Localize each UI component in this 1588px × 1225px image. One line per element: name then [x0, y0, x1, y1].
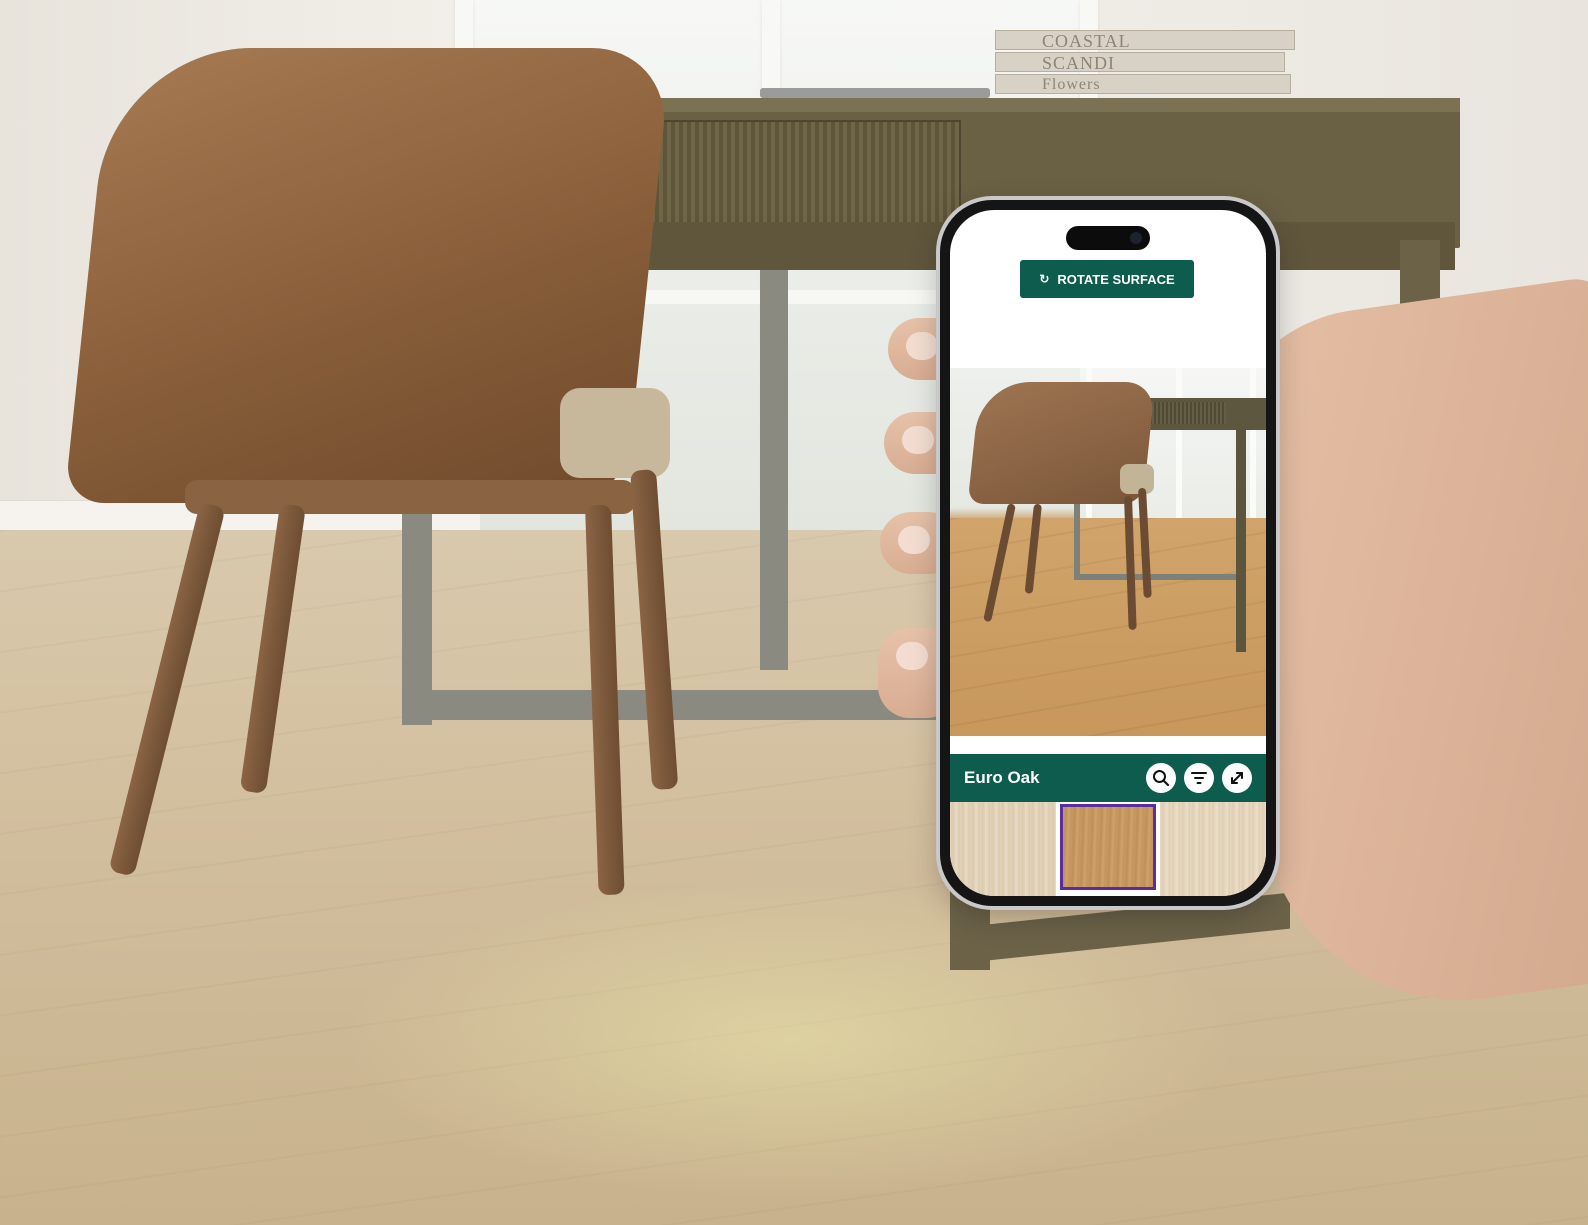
preview-desk-leg	[1236, 430, 1246, 652]
swatch-euro-oak-selected[interactable]	[1060, 804, 1156, 890]
fingernail	[896, 642, 928, 670]
swatch-pale-oak[interactable]	[1160, 802, 1266, 896]
phone: ↻ ROTATE SURFACE Euro Oak	[940, 200, 1276, 906]
product-toolbar: Euro Oak	[950, 754, 1266, 802]
filter-icon	[1191, 772, 1207, 784]
camera	[1130, 232, 1142, 244]
search-button[interactable]	[1146, 763, 1176, 793]
preview-desk-frame	[1074, 574, 1244, 580]
book: COASTAL	[995, 30, 1295, 51]
phone-screen: ↻ ROTATE SURFACE Euro Oak	[950, 210, 1266, 896]
fingernail	[902, 426, 934, 454]
chair-base	[185, 480, 635, 514]
book: SCANDI	[995, 52, 1285, 73]
rotate-icon: ↻	[1039, 272, 1050, 286]
desk-frame-leg	[760, 270, 788, 670]
book: Flowers	[995, 74, 1291, 94]
expand-icon	[1231, 772, 1243, 784]
chair-seat	[560, 388, 670, 478]
tablet	[760, 88, 990, 98]
fingernail	[898, 526, 930, 554]
room-photo: COASTAL SCANDI Flowers	[0, 0, 1588, 1225]
book-stack: COASTAL SCANDI Flowers	[995, 30, 1295, 96]
swatch-strip	[950, 802, 1266, 896]
room-preview[interactable]	[950, 368, 1266, 736]
dynamic-island	[1066, 226, 1150, 250]
product-name: Euro Oak	[964, 768, 1040, 787]
rotate-surface-label: ROTATE SURFACE	[1057, 271, 1175, 287]
swatch-light-oak[interactable]	[950, 802, 1056, 896]
rotate-surface-button[interactable]: ↻ ROTATE SURFACE	[1020, 260, 1194, 298]
expand-button[interactable]	[1222, 763, 1252, 793]
preview-chair-seat	[1120, 464, 1154, 494]
fingernail	[906, 332, 938, 360]
search-icon	[1153, 770, 1170, 787]
filter-button[interactable]	[1184, 763, 1214, 793]
